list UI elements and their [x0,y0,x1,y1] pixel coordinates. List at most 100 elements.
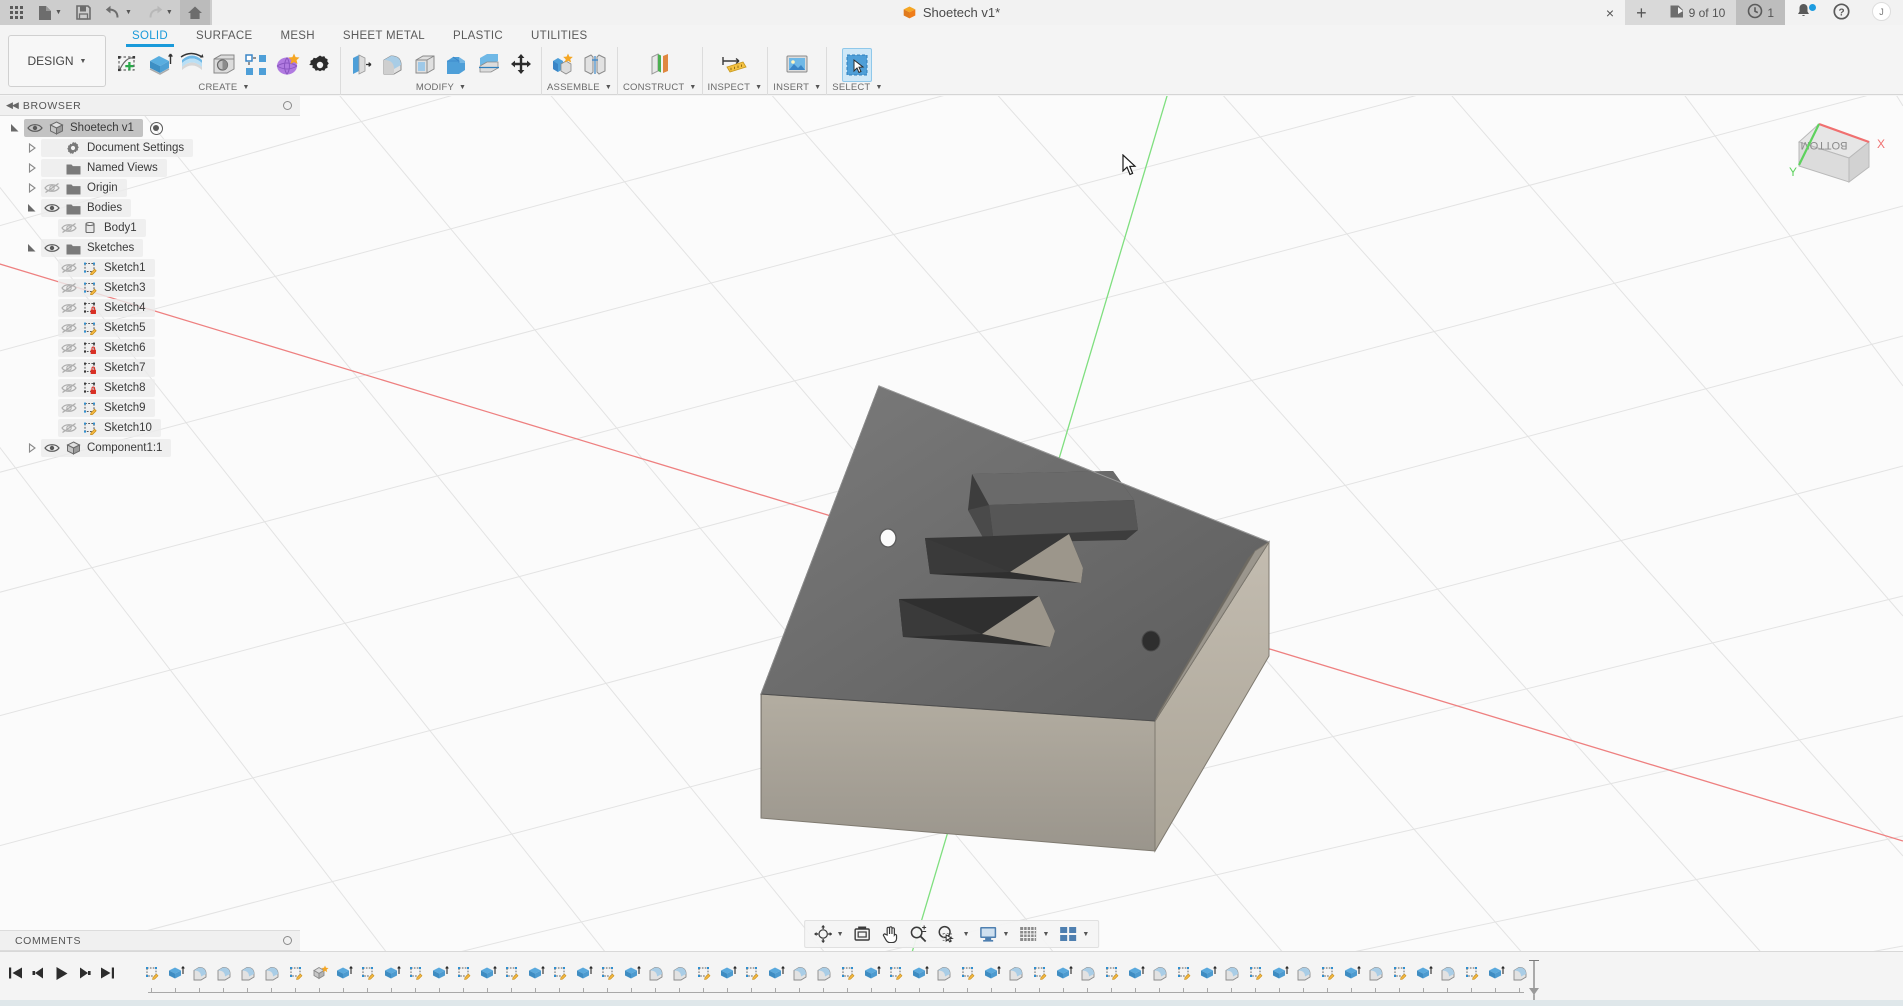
panel-label-insert[interactable]: INSERT ▼ [773,82,821,93]
timeline-feature-fillet[interactable] [668,958,692,993]
timeline-feature-sketch[interactable] [1172,958,1196,993]
tree-node-sketch1[interactable]: Sketch1 [0,258,155,278]
timeline-feature-fillet[interactable] [1364,958,1388,993]
offset-plane-icon[interactable] [645,48,675,82]
timeline-feature-pattern[interactable] [308,958,332,993]
timeline-feature-sketch[interactable] [140,958,164,993]
tree-node-sketch9[interactable]: Sketch9 [0,398,155,418]
timeline-feature-fillet[interactable] [1004,958,1028,993]
measure-icon[interactable] [720,48,750,82]
timeline-feature-extrude[interactable] [1340,958,1364,993]
comments-options-icon[interactable] [283,936,292,945]
timeline-feature-fillet[interactable] [1148,958,1172,993]
timeline-feature-extrude[interactable] [164,958,188,993]
extrude-icon[interactable] [145,48,175,82]
account-avatar[interactable]: J [1861,0,1903,25]
timeline-feature-fillet[interactable] [236,958,260,993]
panel-label-create[interactable]: CREATE ▼ [198,82,249,93]
timeline-feature-sketch[interactable] [596,958,620,993]
timeline-feature-sketch[interactable] [1460,958,1484,993]
tree-node-sketch8[interactable]: Sketch8 [0,378,155,398]
tree-node-sketch7[interactable]: Sketch7 [0,358,155,378]
eye-hidden-icon[interactable] [58,362,80,374]
timeline-feature-fillet[interactable] [1076,958,1100,993]
eye-hidden-icon[interactable] [58,422,80,434]
timeline-feature-sketch[interactable] [836,958,860,993]
timeline-feature-fillet[interactable] [1292,958,1316,993]
timeline-feature-extrude[interactable] [1052,958,1076,993]
tab-plastic[interactable]: PLASTIC [439,28,517,47]
eye-visible-icon[interactable] [24,122,46,134]
model-body1[interactable] [760,385,1270,853]
timeline-feature-fillet[interactable] [812,958,836,993]
timeline-feature-extrude[interactable] [908,958,932,993]
timeline-feature-fillet[interactable] [932,958,956,993]
tree-node-sketch5[interactable]: Sketch5 [0,318,155,338]
eye-hidden-icon[interactable] [58,322,80,334]
zoom-window-icon[interactable]: ▼ [933,921,975,947]
timeline-track[interactable] [140,958,1893,1000]
collapse-arrow-icon[interactable] [23,143,41,153]
split-face-icon[interactable] [474,48,504,82]
timeline-feature-extrude[interactable] [1268,958,1292,993]
fillet-icon[interactable] [378,48,408,82]
panel-label-assemble[interactable]: ASSEMBLE ▼ [547,82,612,93]
tab-surface[interactable]: SURFACE [182,28,266,47]
timeline-feature-sketch[interactable] [884,958,908,993]
browser-options-icon[interactable] [283,101,292,110]
eye-hidden-icon[interactable] [58,402,80,414]
eye-hidden-icon[interactable] [41,182,63,194]
timeline-feature-sketch[interactable] [1316,958,1340,993]
browser-collapse-icon[interactable]: ◀◀ [0,100,23,111]
zoom-icon[interactable] [905,921,933,947]
panel-label-select[interactable]: SELECT ▼ [832,82,882,93]
timeline-feature-extrude[interactable] [1124,958,1148,993]
grid-snaps-icon[interactable]: ▼ [1014,921,1054,947]
go-to-end-icon[interactable] [96,960,119,986]
redo-icon[interactable]: ▼ [139,0,180,25]
collapse-arrow-icon[interactable] [23,443,41,453]
timeline-feature-extrude[interactable] [1484,958,1508,993]
timeline-feature-extrude[interactable] [716,958,740,993]
notifications-button[interactable] [1785,0,1822,25]
timeline-feature-extrude[interactable] [476,958,500,993]
timeline-feature-sketch[interactable] [284,958,308,993]
file-icon[interactable]: ▼ [31,0,69,25]
jobs-status-button[interactable]: 9 of 10 [1657,0,1737,25]
timeline-feature-sketch[interactable] [404,958,428,993]
timeline-feature-extrude[interactable] [332,958,356,993]
shell-icon[interactable] [410,48,440,82]
tree-node-sketch3[interactable]: Sketch3 [0,278,155,298]
timeline-feature-sketch[interactable] [1244,958,1268,993]
panel-label-modify[interactable]: MODIFY ▼ [416,82,466,93]
timeline-feature-fillet[interactable] [1220,958,1244,993]
tree-node-sketches[interactable]: Sketches [0,238,144,258]
eye-hidden-icon[interactable] [58,262,80,274]
new-tab-button[interactable]: + [1625,0,1658,25]
tree-node-body1[interactable]: Body1 [0,218,146,238]
save-icon[interactable] [69,0,98,25]
tab-utilities[interactable]: UTILITIES [517,28,601,47]
timeline-feature-sketch[interactable] [356,958,380,993]
timeline-feature-extrude[interactable] [428,958,452,993]
press-pull-icon[interactable] [346,48,376,82]
timeline-feature-extrude[interactable] [860,958,884,993]
eye-hidden-icon[interactable] [58,382,80,394]
joint-icon[interactable] [580,48,610,82]
play-icon[interactable] [50,960,73,986]
go-to-beginning-icon[interactable] [4,960,27,986]
tree-node-bodies[interactable]: Bodies [0,198,132,218]
form-icon[interactable] [273,48,303,82]
move-copy-icon[interactable] [506,48,536,82]
timeline-feature-fillet[interactable] [188,958,212,993]
timeline-feature-fillet[interactable] [260,958,284,993]
timeline-feature-sketch[interactable] [692,958,716,993]
recent-activity-button[interactable]: 1 [1736,0,1785,25]
step-forward-icon[interactable] [73,960,96,986]
panel-label-construct[interactable]: CONSTRUCT ▼ [623,82,697,93]
timeline-feature-sketch[interactable] [956,958,980,993]
undo-icon[interactable]: ▼ [98,0,139,25]
eye-hidden-icon[interactable] [58,282,80,294]
timeline-feature-extrude[interactable] [980,958,1004,993]
timeline-feature-extrude[interactable] [1412,958,1436,993]
